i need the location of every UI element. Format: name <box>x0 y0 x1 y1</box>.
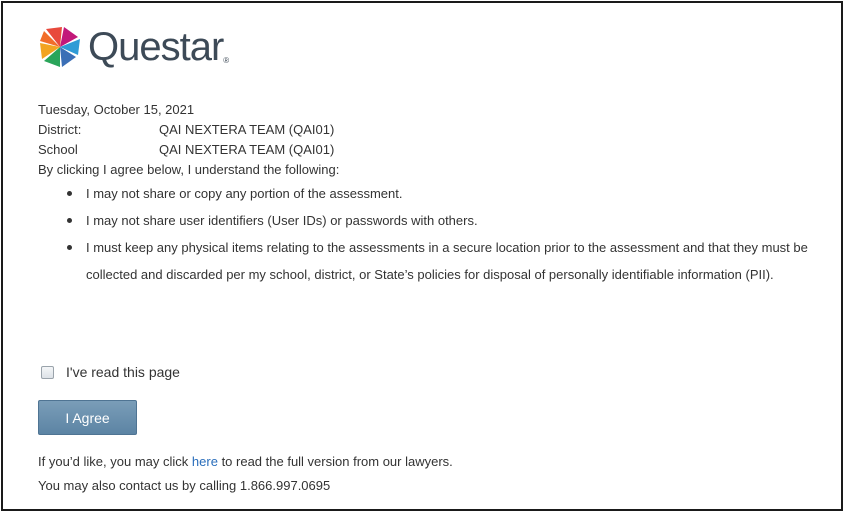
full-version-link[interactable]: here <box>192 454 218 469</box>
footer-text: If you’d like, you may click here to rea… <box>38 450 453 498</box>
intro-text: By clicking I agree below, I understand … <box>38 162 340 177</box>
full-version-suffix: to read the full version from our lawyer… <box>221 454 453 469</box>
list-item: I may not share user identifiers (User I… <box>38 207 838 234</box>
term-text: I must keep any physical items relating … <box>86 240 808 282</box>
read-checkbox[interactable] <box>41 365 54 379</box>
term-text: I may not share or copy any portion of t… <box>86 186 403 201</box>
questar-logo: Questar ® <box>38 25 229 69</box>
full-version-prefix: If you’d like, you may click <box>38 454 189 469</box>
agreement-content: Tuesday, October 15, 2021 District: QAI … <box>38 100 838 288</box>
list-item: I must keep any physical items relating … <box>38 234 838 288</box>
district-row: District: QAI NEXTERA TEAM (QAI01) <box>38 120 838 140</box>
school-value: QAI NEXTERA TEAM (QAI01) <box>159 142 335 157</box>
district-value: QAI NEXTERA TEAM (QAI01) <box>159 122 335 137</box>
term-text: I may not share user identifiers (User I… <box>86 213 478 228</box>
brand-name: Questar <box>88 25 224 69</box>
agree-button[interactable]: I Agree <box>38 400 137 435</box>
school-row: School QAI NEXTERA TEAM (QAI01) <box>38 140 838 160</box>
full-version-line: If you’d like, you may click here to rea… <box>38 450 453 474</box>
trademark-symbol: ® <box>223 56 230 65</box>
district-label: District: <box>38 122 82 137</box>
agreement-panel: Questar ® Tuesday, October 15, 2021 Dist… <box>1 1 843 511</box>
date-text: Tuesday, October 15, 2021 <box>38 102 195 117</box>
read-confirmation[interactable]: I've read this page <box>41 364 180 380</box>
school-label: School <box>38 142 78 157</box>
contact-line: You may also contact us by calling 1.866… <box>38 478 331 493</box>
read-checkbox-label[interactable]: I've read this page <box>66 364 180 380</box>
pinwheel-logo-icon <box>40 27 80 67</box>
list-item: I may not share or copy any portion of t… <box>38 180 838 207</box>
terms-list: I may not share or copy any portion of t… <box>38 180 838 288</box>
